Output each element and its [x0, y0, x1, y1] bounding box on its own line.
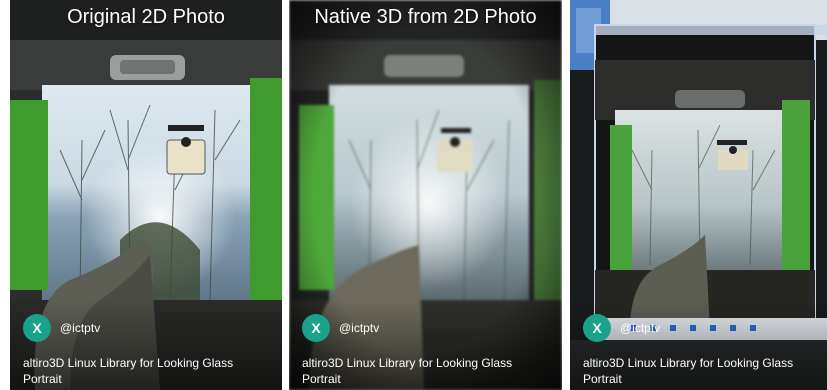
- panel-title: Native 3D from 2D Photo: [314, 6, 537, 28]
- author-row[interactable]: X @ictptv: [23, 313, 100, 343]
- video-caption: altiro3D Linux Library for Looking Glass…: [302, 356, 513, 386]
- avatar[interactable]: X: [302, 314, 330, 342]
- author-handle[interactable]: @ictptv: [60, 321, 100, 335]
- video-panel-native-3d[interactable]: Native 3D from 2D Photo X @ictptv altiro…: [289, 0, 562, 390]
- panel-title: Original 2D Photo: [67, 6, 225, 28]
- author-row[interactable]: X @ictptv: [583, 313, 660, 343]
- avatar[interactable]: X: [23, 314, 51, 342]
- video-caption: altiro3D Linux Library for Looking Glass…: [23, 356, 234, 386]
- video-panel-display[interactable]: X @ictptv altiro3D Linux Library for Loo…: [570, 0, 827, 390]
- video-caption: altiro3D Linux Library for Looking Glass…: [583, 356, 794, 386]
- avatar[interactable]: X: [583, 314, 611, 342]
- video-panel-original[interactable]: Original 2D Photo X @ictptv altiro3D Lin…: [10, 0, 282, 390]
- author-handle[interactable]: @ictptv: [620, 321, 660, 335]
- author-row[interactable]: X @ictptv: [302, 313, 379, 343]
- author-handle[interactable]: @ictptv: [339, 321, 379, 335]
